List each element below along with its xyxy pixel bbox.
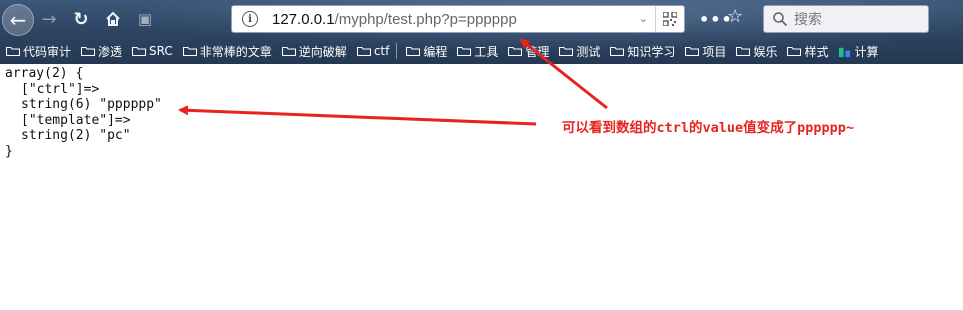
bookmark-item[interactable]: 管理	[502, 41, 553, 61]
home-button[interactable]	[100, 6, 126, 32]
bookmark-item[interactable]: 逆向破解	[276, 41, 351, 61]
forward-arrow-icon: →	[41, 8, 57, 30]
bookmarks-bar: 代码审计 渗透 SRC 非常棒的文章 逆向破解 ctf 编程 工具 管理 测试 知识学习 项目 娱乐 样式…	[0, 40, 963, 62]
screenshot-button[interactable]: ▣	[132, 6, 158, 32]
bookmark-item[interactable]: 知识学习	[604, 41, 679, 61]
folder-icon	[559, 47, 574, 56]
bookmark-label: 测试	[576, 44, 601, 59]
reload-button[interactable]: ↻	[68, 6, 94, 32]
folder-icon	[610, 47, 625, 56]
search-box[interactable]: 搜索	[763, 5, 929, 33]
url-text[interactable]: 127.0.0.1/myphp/test.php?p=pppppp	[272, 11, 517, 28]
folder-icon	[281, 47, 296, 56]
bookmark-item[interactable]: 编程	[400, 41, 451, 61]
url-path: /myphp/test.php?p=pppppp	[334, 10, 517, 28]
folder-icon	[508, 47, 523, 56]
bookmark-label: ctf	[373, 44, 390, 58]
chevron-down-icon[interactable]: ⌄	[639, 12, 648, 25]
bookmark-star-icon[interactable]: ☆	[727, 6, 743, 27]
back-button[interactable]: ←	[2, 4, 34, 36]
bookmark-label: 编程	[423, 44, 448, 59]
bookmark-label: 样式	[804, 44, 829, 59]
folder-icon	[356, 47, 371, 56]
bookmark-separator	[396, 43, 398, 59]
bookmark-label: 娱乐	[753, 44, 778, 59]
output-line: ["ctrl"]=>	[21, 81, 100, 97]
bookmark-item[interactable]: 测试	[553, 41, 604, 61]
output-line: string(6) "pppppp"	[21, 97, 162, 112]
bookmark-label: 非常棒的文章	[199, 44, 272, 59]
output-line: }	[5, 143, 13, 159]
annotation-text: 可以看到数组的ctrl的value值变成了pppppp~	[562, 120, 855, 136]
folder-icon	[457, 47, 472, 56]
crop-icon: ▣	[137, 10, 153, 28]
folder-icon	[81, 47, 96, 56]
folder-icon	[132, 47, 147, 56]
bookmark-item[interactable]: 样式	[781, 41, 832, 61]
browser-toolbar: ← → ↻ ▣ i 127.0.0.1/myphp/test.php?p=ppp…	[0, 0, 963, 64]
bookmark-item[interactable]: ctf	[351, 41, 394, 61]
folder-icon	[406, 47, 421, 56]
qr-code-icon	[663, 12, 677, 26]
folder-icon	[182, 47, 197, 56]
arrow-to-output	[178, 105, 537, 126]
output-line: array(2) {	[5, 66, 84, 81]
folder-icon	[736, 47, 751, 56]
info-icon[interactable]: i	[242, 11, 258, 27]
bookmark-label: 知识学习	[627, 44, 676, 59]
output-line: ["template"]=>	[21, 112, 131, 128]
folder-icon	[787, 47, 802, 56]
bookmark-label: 渗透	[98, 44, 123, 59]
folder-icon	[6, 47, 20, 56]
bookmark-item[interactable]: 渗透	[75, 41, 126, 61]
bookmark-label: SRC	[149, 44, 173, 58]
address-bar[interactable]: i 127.0.0.1/myphp/test.php?p=pppppp ⌄	[231, 5, 685, 33]
folder-icon	[685, 47, 700, 56]
bookmark-item[interactable]: 娱乐	[730, 41, 781, 61]
bookmark-item[interactable]: 代码审计	[0, 41, 75, 61]
gear-icon	[839, 47, 851, 57]
bookmark-label: 工具	[474, 44, 499, 59]
home-icon	[106, 11, 120, 26]
url-host: 127.0.0.1	[272, 10, 335, 28]
bookmark-label: 代码审计	[23, 44, 72, 59]
bookmark-label: 逆向破解	[298, 44, 347, 59]
back-arrow-icon: ←	[9, 8, 27, 32]
bookmark-item[interactable]: 计算	[832, 41, 882, 61]
output-line: string(2) "pc"	[21, 128, 131, 143]
php-output: array(2) {["ctrl"]=> string(6) "pppppp" ["…	[5, 66, 162, 159]
forward-button[interactable]: →	[36, 6, 62, 32]
bookmark-item[interactable]: 项目	[679, 41, 730, 61]
bookmark-label: 项目	[702, 44, 727, 59]
bookmark-item[interactable]: SRC	[126, 41, 177, 61]
bookmark-item[interactable]: 非常棒的文章	[177, 41, 276, 61]
search-placeholder: 搜索	[794, 12, 822, 28]
search-icon	[773, 12, 788, 27]
bookmark-label: 计算	[854, 44, 879, 59]
bookmark-item[interactable]: 工具	[451, 41, 502, 61]
qr-code-button[interactable]	[655, 6, 684, 32]
bookmark-label: 管理	[525, 44, 550, 59]
reload-icon: ↻	[73, 8, 89, 30]
